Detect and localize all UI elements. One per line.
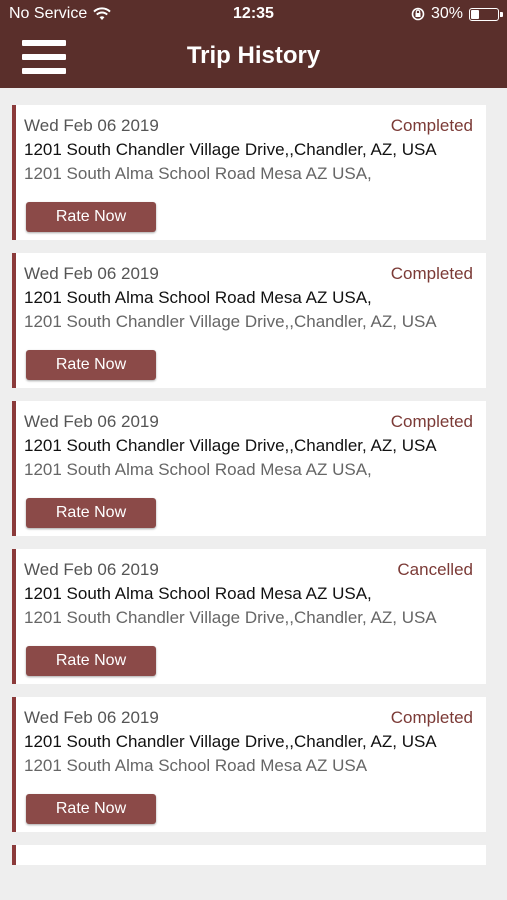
trip-card: Wed Feb 06 2019 Completed 1201 South Cha… bbox=[12, 105, 486, 240]
trip-pickup-address: 1201 South Alma School Road Mesa AZ USA, bbox=[24, 288, 372, 307]
rate-now-button[interactable]: Rate Now bbox=[26, 202, 156, 232]
trip-date: Wed Feb 06 2019 bbox=[24, 560, 159, 579]
rate-now-button[interactable]: Rate Now bbox=[26, 646, 156, 676]
trip-drop-address: 1201 South Alma School Road Mesa AZ USA, bbox=[24, 460, 372, 479]
trip-date: Wed Feb 06 2019 bbox=[24, 264, 159, 283]
trip-status: Completed bbox=[390, 264, 473, 283]
orientation-lock-icon bbox=[411, 7, 425, 21]
battery-icon bbox=[469, 7, 503, 21]
trip-drop-address: 1201 South Alma School Road Mesa AZ USA bbox=[24, 756, 368, 775]
trip-status: Cancelled bbox=[397, 560, 473, 579]
rate-now-button[interactable]: Rate Now bbox=[26, 498, 156, 528]
trip-drop-address: 1201 South Chandler Village Drive,,Chand… bbox=[24, 608, 437, 627]
trip-list: Wed Feb 06 2019 Completed 1201 South Cha… bbox=[12, 105, 486, 865]
trip-card: Wed Feb 06 2019 Completed 1201 South Alm… bbox=[12, 253, 486, 388]
trip-status: Completed bbox=[390, 412, 473, 431]
trip-card-partial bbox=[12, 845, 486, 865]
app-header: No Service 12:35 30% Trip History bbox=[0, 0, 507, 88]
trip-pickup-address: 1201 South Chandler Village Drive,,Chand… bbox=[24, 436, 437, 455]
trip-drop-address: 1201 South Alma School Road Mesa AZ USA, bbox=[24, 164, 372, 183]
trip-status: Completed bbox=[390, 708, 473, 727]
trip-status: Completed bbox=[390, 116, 473, 135]
trip-pickup-address: 1201 South Chandler Village Drive,,Chand… bbox=[24, 140, 437, 159]
battery-percent: 30% bbox=[430, 5, 463, 22]
rate-now-button[interactable]: Rate Now bbox=[26, 350, 156, 380]
trip-card: Wed Feb 06 2019 Cancelled 1201 South Alm… bbox=[12, 549, 486, 684]
page-title: Trip History bbox=[186, 42, 321, 69]
trip-date: Wed Feb 06 2019 bbox=[24, 412, 159, 431]
trip-date: Wed Feb 06 2019 bbox=[24, 116, 159, 135]
trip-drop-address: 1201 South Chandler Village Drive,,Chand… bbox=[24, 312, 437, 331]
trip-date: Wed Feb 06 2019 bbox=[24, 708, 159, 727]
trip-pickup-address: 1201 South Alma School Road Mesa AZ USA, bbox=[24, 584, 372, 603]
trip-pickup-address: 1201 South Chandler Village Drive,,Chand… bbox=[24, 732, 437, 751]
trip-card: Wed Feb 06 2019 Completed 1201 South Cha… bbox=[12, 697, 486, 832]
status-bar: No Service 12:35 30% bbox=[0, 0, 507, 30]
status-right: 30% bbox=[411, 5, 503, 23]
trip-card: Wed Feb 06 2019 Completed 1201 South Cha… bbox=[12, 401, 486, 536]
rate-now-button[interactable]: Rate Now bbox=[26, 794, 156, 824]
battery-level bbox=[471, 9, 480, 19]
